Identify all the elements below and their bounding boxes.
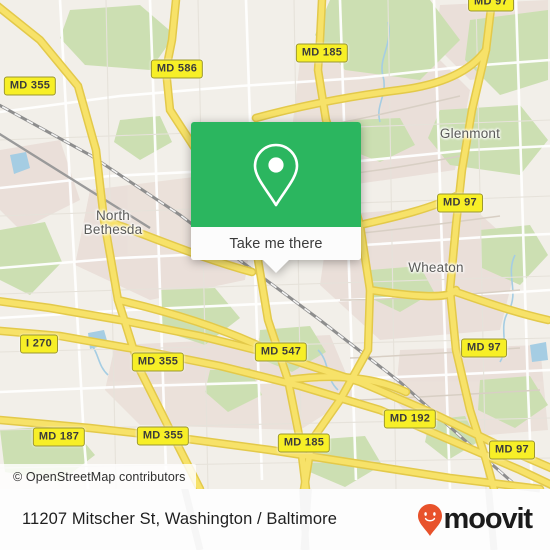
address-label: 11207 Mitscher St, Washington / Baltimor… [22, 510, 337, 528]
road-shield: MD 547 [254, 342, 308, 362]
moovit-pin-smiley-icon [417, 503, 442, 536]
road-shield: MD 355 [136, 426, 190, 446]
popup-header [191, 122, 361, 227]
road-shield: MD 97 [437, 193, 483, 213]
road-shield: MD 97 [489, 440, 535, 460]
map-attribution: © OpenStreetMap contributors [0, 464, 196, 489]
moovit-map-screenshot: Glenmont North Bethesda Wheaton MD 355 M… [0, 0, 550, 550]
road-shield: MD 355 [3, 76, 57, 96]
moovit-wordmark: moovit [443, 503, 534, 535]
road-shield: MD 355 [131, 352, 185, 372]
road-shield: MD 187 [32, 427, 86, 447]
road-shield: I 270 [20, 334, 58, 354]
moovit-logo[interactable]: moovit [417, 503, 534, 537]
attribution-text: © OpenStreetMap contributors [13, 469, 186, 484]
road-shield: MD 185 [295, 43, 349, 63]
road-shield: MD 97 [461, 338, 507, 358]
popup-pointer [263, 260, 289, 273]
road-shield: MD 185 [277, 433, 331, 453]
road-shield: MD 97 [468, 0, 514, 12]
footer-bar: 11207 Mitscher St, Washington / Baltimor… [0, 489, 550, 550]
map-pin-icon [253, 143, 299, 206]
road-shield: MD 192 [383, 409, 437, 429]
popup-body: Take me there [191, 122, 361, 260]
map-viewport[interactable]: Glenmont North Bethesda Wheaton MD 355 M… [0, 0, 550, 489]
road-shield: MD 586 [150, 59, 204, 79]
take-me-there-button[interactable]: Take me there [191, 227, 361, 260]
location-popup-card[interactable]: Take me there [191, 122, 361, 273]
